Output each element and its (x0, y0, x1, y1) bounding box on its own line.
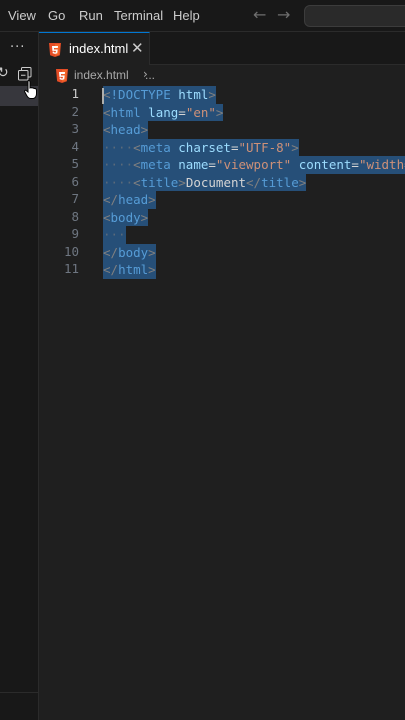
line-number: 2 (71, 103, 79, 119)
code-token: = (208, 157, 216, 172)
code-token: = (178, 104, 186, 120)
breadcrumb: index.html › ... (39, 65, 405, 85)
code-token: > (140, 209, 149, 225)
code-token: < (103, 87, 111, 102)
code-line[interactable]: <body> (103, 208, 149, 226)
code-token: ···· (103, 174, 134, 190)
code-line[interactable]: <head> (103, 121, 149, 139)
code-token: </ (103, 244, 119, 260)
code-token: > (140, 122, 149, 137)
code-token: "en" (185, 104, 216, 120)
pointer-cursor-icon (24, 80, 38, 104)
code-token: meta (140, 157, 171, 172)
menu-run[interactable]: Run (79, 8, 103, 23)
forward-arrow-icon[interactable]: → (277, 5, 290, 24)
code-token: "viewport" (215, 157, 292, 172)
code-line[interactable]: ····<meta name="viewport" content="width… (103, 156, 405, 174)
code-line[interactable]: ····<meta charset="UTF-8"> (103, 138, 299, 156)
tab-index-html[interactable]: index.html ✕ (39, 32, 150, 65)
code-token: </ (103, 262, 119, 277)
code-token: html (110, 104, 141, 120)
code-token: </ (103, 192, 119, 207)
line-number: 1 (71, 86, 79, 101)
line-number: 11 (63, 261, 79, 276)
code-token: < (103, 104, 111, 120)
title-bar: View Go Run Terminal Help ← → (0, 0, 405, 32)
sidebar-divider (0, 692, 38, 693)
code-token: title (261, 174, 299, 190)
refresh-icon[interactable]: ↻ (0, 65, 9, 81)
editor-tab-bar: index.html ✕ (39, 32, 405, 65)
code-token: < (103, 209, 111, 225)
code-token: Document (185, 174, 247, 190)
menu-help[interactable]: Help (173, 8, 200, 23)
breadcrumb-file[interactable]: index.html (74, 68, 129, 82)
code-token: < (103, 122, 111, 137)
line-number: 3 (71, 121, 79, 136)
code-token: "UTF-8" (238, 139, 292, 155)
menu-terminal[interactable]: Terminal (114, 8, 163, 23)
menu-go[interactable]: Go (48, 8, 65, 23)
code-token: title (140, 174, 179, 190)
code-token: > (298, 174, 307, 190)
explorer-sidebar: ··· ↻ (0, 32, 39, 720)
code-token: name (178, 157, 209, 172)
code-token: > (291, 139, 299, 155)
code-line[interactable]: <!DOCTYPE html> (103, 86, 216, 104)
line-number: 7 (71, 191, 79, 206)
code-token: > (178, 174, 186, 190)
line-number: 10 (63, 243, 79, 259)
code-token: charset (178, 139, 231, 155)
code-token: < (133, 157, 141, 172)
text-caret (102, 88, 104, 104)
line-number: 8 (71, 208, 79, 224)
line-number: 5 (71, 156, 79, 171)
code-token: !DOCTYPE (110, 87, 171, 102)
code-token: ···· (103, 139, 134, 155)
code-token: meta (140, 139, 171, 155)
code-line[interactable]: </html> (103, 261, 156, 279)
code-token: "width=de (358, 157, 405, 172)
code-token: lang (148, 104, 179, 120)
code-line[interactable]: ··· (103, 226, 126, 244)
command-center-search[interactable] (304, 5, 405, 27)
code-token: head (110, 122, 141, 137)
code-token: = (230, 139, 239, 155)
code-editor[interactable]: 1 2 3 4 5 6 7 8 9 10 11 <!DOCTYPE html> <html lang=… (39, 85, 405, 720)
menu-view[interactable]: View (8, 8, 36, 23)
tab-label: index.html (69, 41, 129, 56)
html5-icon (49, 42, 61, 61)
code-token: content (298, 157, 352, 172)
code-token: > (148, 244, 156, 260)
line-number: 6 (71, 173, 79, 189)
code-line[interactable]: </head> (103, 191, 156, 209)
close-icon[interactable]: ✕ (131, 39, 144, 57)
code-token: body (110, 209, 141, 225)
code-token: > (215, 104, 224, 120)
breadcrumb-symbols[interactable]: ... (145, 68, 155, 82)
code-token: ··· (103, 227, 126, 242)
code-token: < (133, 139, 141, 155)
code-token: > (148, 192, 156, 207)
code-token: html (118, 262, 149, 277)
code-token: > (148, 262, 156, 277)
code-token: < (133, 174, 141, 190)
code-token: > (208, 87, 216, 102)
code-token: </ (246, 174, 262, 190)
code-token: html (178, 87, 209, 102)
line-number: 9 (71, 226, 79, 241)
code-token: head (118, 192, 149, 207)
code-token: ···· (103, 157, 134, 172)
code-line[interactable]: <html lang="en"> (103, 103, 224, 121)
line-number: 4 (71, 138, 79, 154)
more-actions-icon[interactable]: ··· (10, 40, 25, 55)
code-token: body (118, 244, 149, 260)
code-line[interactable]: ····<title>Document</title> (103, 173, 307, 191)
code-line[interactable]: </body> (103, 243, 156, 261)
back-arrow-icon[interactable]: ← (253, 5, 266, 24)
code-token: = (351, 157, 359, 172)
